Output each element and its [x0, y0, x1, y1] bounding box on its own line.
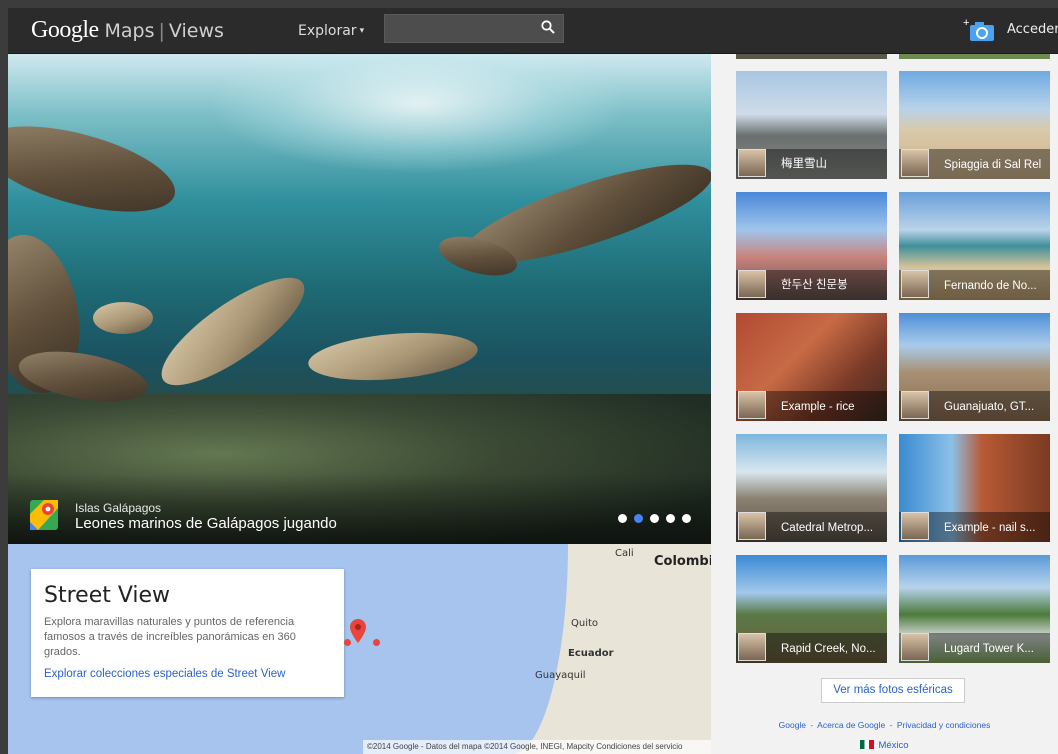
map-label-colombia: Colombi: [654, 554, 711, 569]
street-view-title: Street View: [44, 583, 171, 608]
featured-panorama[interactable]: Islas Galápagos Leones marinos de Galápa…: [8, 54, 711, 544]
footer-link-google[interactable]: Google: [779, 720, 806, 730]
map-label-quito: Quito: [571, 618, 599, 629]
map-label-cali: Cali: [615, 548, 634, 559]
map-label-guayaquil: Guayaquil: [535, 670, 586, 681]
gallery-tile[interactable]: Guanajuato, GT...: [899, 313, 1050, 421]
map-point-dot[interactable]: [344, 639, 351, 646]
logo-google: Google: [31, 17, 99, 43]
photo-gallery-panel: 梅里雪山 Spiaggia di Sal Rel 한두산 친문봉 Fernand…: [711, 54, 1058, 754]
footer-separator: -: [889, 720, 893, 730]
svg-text:+: +: [963, 17, 969, 29]
gallery-partial-tile: [736, 54, 887, 59]
footer-link-about[interactable]: Acerca de Google: [817, 720, 885, 730]
tile-label: Rapid Creek, No...: [781, 643, 876, 655]
sign-in-button[interactable]: Acceder: [1007, 22, 1058, 37]
gallery-tile[interactable]: Catedral Metrop...: [736, 434, 887, 542]
author-avatar: [901, 633, 929, 661]
author-avatar: [738, 270, 766, 298]
google-maps-pin-icon: [30, 500, 58, 530]
tile-label: Fernando de No...: [944, 280, 1037, 292]
sea-lion: [306, 326, 480, 387]
search-icon[interactable]: [541, 20, 555, 34]
carousel-dot-1[interactable]: [618, 514, 627, 523]
tile-label: Example - nail s...: [944, 522, 1036, 534]
footer-link-privacy[interactable]: Privacidad y condiciones: [897, 720, 991, 730]
tile-label: Catedral Metrop...: [781, 522, 874, 534]
author-avatar: [901, 391, 929, 419]
search-box: [384, 14, 564, 43]
mexico-flag-icon: [860, 740, 875, 749]
map-view[interactable]: Cali Colombi Quito Ecuador Guayaquil Str…: [8, 544, 711, 754]
tile-label: 한두산 친문봉: [781, 279, 848, 291]
footer-links: Google - Acerca de Google - Privacidad y…: [711, 720, 1058, 730]
tile-label: Lugard Tower K...: [944, 643, 1034, 655]
map-point-dot[interactable]: [373, 639, 380, 646]
author-avatar: [738, 633, 766, 661]
gallery-partial-tile: [899, 54, 1050, 59]
street-view-info-card: Street View Explora maravillas naturales…: [31, 569, 344, 697]
street-view-description: Explora maravillas naturales y puntos de…: [44, 616, 296, 658]
author-avatar: [738, 512, 766, 540]
author-avatar: [738, 149, 766, 177]
more-photospheres-button[interactable]: Ver más fotos esféricas: [821, 678, 965, 703]
map-label-ecuador: Ecuador: [568, 648, 614, 659]
sea-lion: [93, 302, 153, 334]
gallery-tile[interactable]: Example - nail s...: [899, 434, 1050, 542]
tile-label: Example - rice: [781, 401, 855, 413]
tile-label: Spiaggia di Sal Rel: [944, 159, 1042, 171]
top-bar: Google Maps | Views Explorar ▾ + Acceder: [8, 8, 1058, 54]
water-surface-glare: [208, 54, 628, 174]
gallery-tile[interactable]: Rapid Creek, No...: [736, 555, 887, 663]
logo-maps: Maps: [104, 20, 155, 42]
author-avatar: [901, 512, 929, 540]
panorama-location: Islas Galápagos: [75, 501, 162, 515]
author-avatar: [901, 270, 929, 298]
gallery-tile[interactable]: 한두산 친문봉: [736, 192, 887, 300]
gallery-tile[interactable]: Fernando de No...: [899, 192, 1050, 300]
carousel-dots: [618, 514, 691, 523]
sea-lion: [8, 109, 184, 229]
search-input[interactable]: [385, 15, 535, 42]
panorama-title[interactable]: Leones marinos de Galápagos jugando: [75, 515, 337, 532]
footer-separator: -: [810, 720, 814, 730]
carousel-dot-2[interactable]: [634, 514, 643, 523]
country-label: México: [878, 740, 909, 751]
logo-separator: |: [158, 20, 165, 42]
tile-label: Guanajuato, GT...: [944, 401, 1035, 413]
app-root: Google Maps|Views Explorar▾ + Acceder: [0, 0, 1058, 754]
country-selector[interactable]: México: [711, 740, 1058, 751]
tile-label: 梅里雪山: [781, 158, 827, 170]
gallery-tile[interactable]: 梅里雪山: [736, 71, 887, 179]
carousel-dot-3[interactable]: [650, 514, 659, 523]
gallery-tile[interactable]: Lugard Tower K...: [899, 555, 1050, 663]
author-avatar: [738, 391, 766, 419]
carousel-dot-4[interactable]: [666, 514, 675, 523]
carousel-dot-5[interactable]: [682, 514, 691, 523]
gallery-tile[interactable]: Example - rice: [736, 313, 887, 421]
google-maps-views-logo[interactable]: Google Maps | Views: [31, 17, 224, 44]
add-photo-camera-icon[interactable]: +: [963, 17, 997, 43]
map-marker-icon[interactable]: [350, 619, 366, 643]
map-attribution: ©2014 Google - Datos del mapa ©2014 Goog…: [363, 740, 711, 754]
gallery-tile[interactable]: Spiaggia di Sal Rel: [899, 71, 1050, 179]
caret-down-icon: ▾: [359, 26, 365, 36]
logo-views: Views: [168, 20, 224, 42]
author-avatar: [901, 149, 929, 177]
explore-label: Explorar: [298, 23, 357, 39]
sea-lion: [147, 260, 319, 403]
street-view-collections-link[interactable]: Explorar colecciones especiales de Stree…: [44, 668, 331, 680]
explore-menu-button[interactable]: Explorar ▾: [298, 23, 364, 39]
